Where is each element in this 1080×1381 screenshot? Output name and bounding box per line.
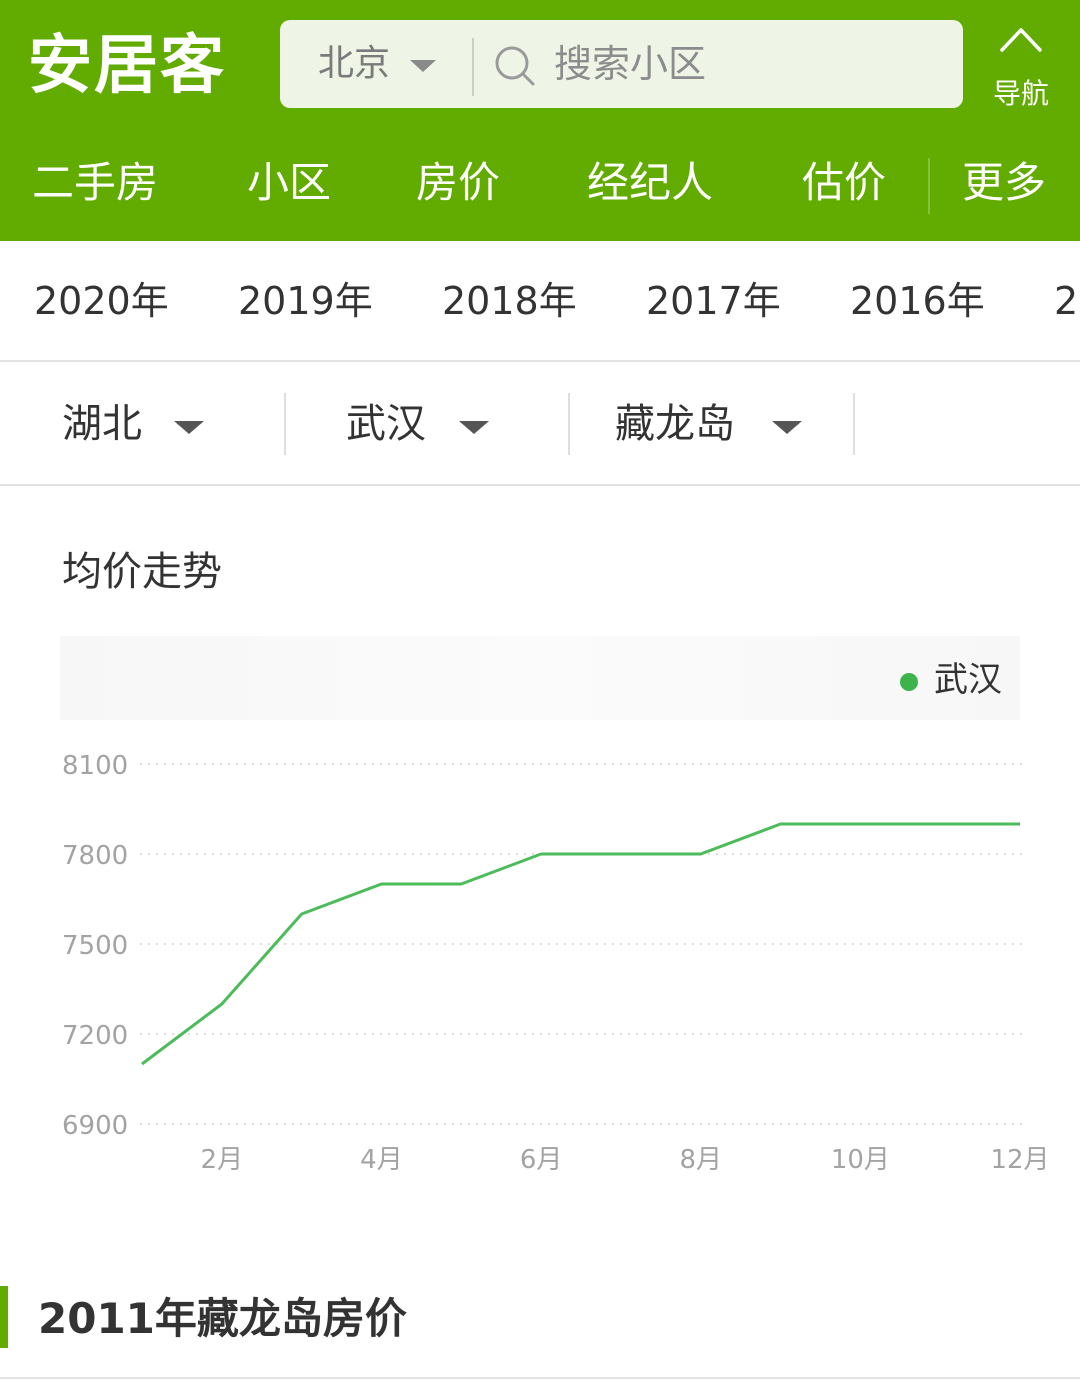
section-accent-bar: [0, 1286, 8, 1348]
chevron-down-icon[interactable]: [410, 60, 436, 72]
divider: [0, 1377, 1080, 1379]
x-tick-label: 4月: [360, 1145, 403, 1175]
chevron-down-icon[interactable]: [459, 421, 489, 434]
chart-title: 均价走势: [62, 549, 222, 595]
search-bar[interactable]: 北京: [280, 20, 963, 108]
legend-dot-icon: [900, 673, 918, 691]
nav-toggle-button[interactable]: 导航: [985, 20, 1057, 112]
location-filters: 湖北 武汉 藏龙岛: [0, 363, 1080, 486]
city-selector[interactable]: 北京: [318, 20, 390, 108]
menu-item-agents[interactable]: 经纪人: [587, 130, 713, 236]
top-header: 安居客 北京 导航 二手房 小区 房价 经纪人 估价 更多: [0, 0, 1080, 241]
menu-item-valuation[interactable]: 估价: [802, 130, 886, 236]
filter-city[interactable]: 武汉: [346, 363, 426, 485]
chart-legend-bar: [60, 636, 1020, 720]
tab-year-2020[interactable]: 2020年: [34, 241, 169, 360]
y-tick-label: 8100: [62, 751, 128, 781]
main-menu: 二手房 小区 房价 经纪人 估价 更多: [0, 130, 1080, 241]
tab-year-2017[interactable]: 2017年: [646, 241, 781, 360]
filter-divider: [568, 393, 570, 455]
menu-item-prices[interactable]: 房价: [416, 130, 500, 236]
search-input[interactable]: [554, 20, 934, 108]
filter-divider: [853, 393, 855, 455]
x-tick-label: 10月: [831, 1145, 890, 1175]
chevron-down-icon[interactable]: [174, 421, 204, 434]
x-tick-label: 2月: [201, 1145, 244, 1175]
tab-year-2016[interactable]: 2016年: [850, 241, 985, 360]
menu-item-more[interactable]: 更多: [962, 130, 1046, 236]
menu-item-resale[interactable]: 二手房: [32, 130, 158, 236]
tab-year-partial[interactable]: 20: [1054, 241, 1080, 360]
menu-divider: [928, 158, 930, 214]
y-tick-label: 7500: [62, 931, 128, 961]
year-tabs: 2020年 2019年 2018年 2017年 2016年 20: [0, 241, 1080, 362]
x-tick-label: 8月: [679, 1145, 722, 1175]
y-tick-label: 6900: [62, 1111, 128, 1141]
tab-year-2019[interactable]: 2019年: [238, 241, 373, 360]
nav-label: 导航: [992, 77, 1049, 110]
filter-divider: [284, 393, 286, 455]
y-tick-label: 7800: [62, 841, 128, 871]
filter-community[interactable]: 藏龙岛: [615, 363, 735, 485]
x-tick-label: 6月: [520, 1145, 563, 1175]
logo[interactable]: 安居客: [28, 28, 226, 104]
chevron-up-icon: [1000, 28, 1042, 52]
section-heading: 2011年藏龙岛房价: [38, 1294, 407, 1343]
legend-label[interactable]: 武汉: [934, 654, 1002, 706]
chevron-down-icon[interactable]: [772, 421, 802, 434]
filter-province[interactable]: 湖北: [62, 363, 142, 485]
search-icon: [495, 46, 535, 86]
x-tick-label: 12月: [990, 1145, 1049, 1175]
menu-item-community[interactable]: 小区: [247, 130, 331, 236]
y-tick-label: 7200: [62, 1021, 128, 1051]
tab-year-2018[interactable]: 2018年: [442, 241, 577, 360]
price-trend-chart: 6900 7200 7500 7800 8100 2月 4月 6月 8月 10月 12月: [62, 751, 1050, 1175]
search-divider: [472, 38, 474, 96]
